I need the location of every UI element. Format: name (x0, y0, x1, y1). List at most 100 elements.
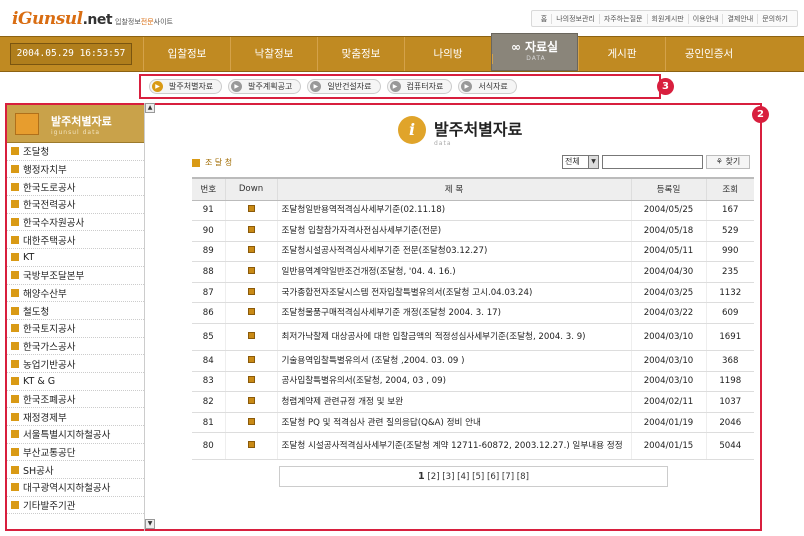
row-views: 2046 (706, 412, 754, 434)
row-download[interactable] (225, 350, 278, 372)
row-title[interactable]: 조달청물품구매적격심사세부기준 개정(조달청 2004. 3. 17) (277, 302, 632, 325)
sidebar-item[interactable]: 대구광역시지하철공사 (7, 479, 144, 497)
sidebar-item[interactable]: 농업기반공사 (7, 355, 144, 373)
scroll-up-icon[interactable]: ▲ (145, 103, 155, 113)
sidebar-item[interactable]: 국방부조달본부 (7, 267, 144, 285)
page-current[interactable]: 1 (418, 471, 425, 482)
row-title[interactable]: 최저가낙찰제 대상공사에 대한 입찰금액의 적정성심사세부기준(조달청, 200… (277, 323, 632, 352)
sidebar-item[interactable]: 조달청 (7, 143, 144, 161)
row-download[interactable] (225, 302, 278, 325)
data-table: 번호 Down 제 목 등록일 조회 91 조달청일반용역적격심사세부기준(02.… (192, 177, 754, 461)
scroll-down-icon[interactable]: ▼ (145, 519, 155, 529)
row-date: 2004/03/10 (631, 371, 707, 393)
row-download[interactable] (225, 412, 278, 434)
sidebar-item[interactable]: SH공사 (7, 461, 144, 480)
sidebar-item-label: 조달청 (23, 147, 50, 159)
sidebar-item[interactable]: 부산교통공단 (7, 444, 144, 462)
search-select[interactable]: 전체 ▼ (562, 155, 599, 169)
download-icon[interactable] (247, 441, 255, 449)
row-download[interactable] (225, 371, 278, 393)
row-title[interactable]: 조달청일반용역적격심사세부기준(02.11.18) (277, 200, 632, 222)
download-icon[interactable] (247, 246, 255, 254)
search-button[interactable]: ⚘ 찾기 (706, 155, 750, 169)
top-link-guide[interactable]: 이용안내 (689, 13, 724, 24)
download-icon[interactable] (247, 205, 255, 213)
row-title[interactable]: 조달청 PQ 및 적격심사 관련 질의응답(Q&A) 정비 안내 (277, 412, 632, 434)
subtab-form-data[interactable]: ▶ 서식자료 (458, 79, 517, 94)
row-download[interactable] (225, 241, 278, 263)
subtab-order-plan[interactable]: ▶ 발주계획공고 (228, 79, 302, 94)
row-title[interactable]: 조달청 시설공사적격심사세부기준(조달청 계약 12711-60872, 200… (277, 432, 632, 461)
sidebar-item[interactable]: 한국조폐공사 (7, 391, 144, 409)
bullet-icon (11, 271, 19, 280)
row-title[interactable]: 청렴계약제 관련규정 개정 및 보완 (277, 391, 632, 413)
top-link-payment[interactable]: 결제안내 (723, 13, 759, 24)
row-title[interactable]: 조달청시설공사적격심사세부기준 전문(조달청03.12.27) (277, 241, 632, 263)
top-link-home[interactable]: 홈 (537, 13, 553, 24)
col-header-views[interactable]: 조회 (706, 177, 754, 201)
sidebar-item[interactable]: 철도청 (7, 302, 144, 320)
download-icon[interactable] (247, 225, 255, 233)
row-title[interactable]: 기술용역입찰특별유의서 (조달청 ,2004. 03. 09 ) (277, 350, 632, 372)
nav-my-room[interactable]: 나의방 (404, 37, 491, 71)
subtab-computer-data[interactable]: ▶ 컴퓨터자료 (386, 79, 453, 94)
top-link-contact[interactable]: 문의하기 (758, 14, 792, 24)
nav-custom-info[interactable]: 맞춤정보 (317, 37, 404, 71)
row-title[interactable]: 조달청 입찰참가자격사전심사세부기준(전문) (277, 220, 632, 242)
sidebar-item-label: 철도청 (23, 306, 50, 318)
subtab-general-construction[interactable]: ▶ 일반건설자료 (307, 79, 381, 94)
top-link-board[interactable]: 회원게시판 (648, 13, 689, 24)
sidebar-item[interactable]: 한국도로공사 (7, 178, 144, 197)
row-download[interactable] (225, 282, 278, 304)
sidebar-item[interactable]: 한국토지공사 (7, 320, 144, 338)
top-link-myinfo[interactable]: 나의정보관리 (552, 13, 600, 24)
download-icon[interactable] (247, 308, 255, 316)
col-header-title[interactable]: 제 목 (277, 177, 632, 201)
sidebar-list: 조달청행정자치부 한국도로공사 한국전력공사 한국수자원공사 대한주택공사 KT 국방부조달… (7, 143, 144, 515)
row-download[interactable] (225, 323, 278, 352)
row-number: 89 (192, 241, 226, 263)
callout-marker-2: 2 (752, 106, 769, 123)
row-download[interactable] (225, 391, 278, 413)
sidebar-item[interactable]: 한국가스공사 (7, 338, 144, 356)
col-header-down[interactable]: Down (225, 177, 278, 201)
nav-award-info[interactable]: 낙찰정보 (230, 37, 317, 71)
download-icon[interactable] (247, 355, 255, 363)
col-header-no[interactable]: 번호 (192, 177, 226, 201)
sidebar-item[interactable]: 행정자치부 (7, 161, 144, 179)
search-input[interactable] (602, 155, 703, 169)
nav-board[interactable]: 게시판 (578, 37, 665, 71)
row-download[interactable] (225, 261, 278, 283)
row-title[interactable]: 공사입찰특별유의서(조달청, 2004, 03 , 09) (277, 371, 632, 393)
page-links[interactable]: [2] [3] [4] [5] [6] [7] [8] (427, 472, 529, 482)
row-download[interactable] (225, 200, 278, 222)
sidebar-item[interactable]: KT & G (7, 373, 144, 391)
row-title[interactable]: 일반용역계약일반조건개정(조달청, '04. 4. 16.) (277, 261, 632, 283)
sidebar-item[interactable]: 재정경제부 (7, 408, 144, 426)
sidebar-item[interactable]: KT (7, 249, 144, 267)
download-icon[interactable] (247, 287, 255, 295)
sidebar-item[interactable]: 서울특별시지하철공사 (7, 426, 144, 444)
sidebar-item[interactable]: 한국수자원공사 (7, 214, 144, 232)
sidebar-item[interactable]: 한국전력공사 (7, 196, 144, 214)
download-icon[interactable] (247, 332, 255, 340)
nav-data-room[interactable]: ∞ 자료실 DATA (491, 33, 578, 71)
sidebar-item[interactable]: 대한주택공사 (7, 231, 144, 250)
top-link-faq[interactable]: 자주하는질문 (600, 13, 648, 24)
bullet-icon: ▶ (389, 81, 401, 92)
download-icon[interactable] (247, 397, 255, 405)
site-logo[interactable]: iGunsul.net (12, 9, 113, 29)
row-download[interactable] (225, 220, 278, 242)
row-views: 235 (706, 261, 754, 283)
row-title[interactable]: 국가종합전자조달시스템 전자입찰특별유의서(조달청 고시.04.03.24) (277, 282, 632, 304)
col-header-date[interactable]: 등록일 (631, 177, 707, 201)
download-icon[interactable] (247, 376, 255, 384)
sidebar-item[interactable]: 기타발주기관 (7, 497, 144, 515)
download-icon[interactable] (247, 417, 255, 425)
sidebar-item[interactable]: 해양수산부 (7, 285, 144, 303)
nav-bid-info[interactable]: 입찰정보 (143, 37, 230, 71)
subtab-client-data[interactable]: ▶ 발주처별자료 (149, 79, 223, 94)
row-download[interactable] (225, 432, 278, 461)
nav-certificate[interactable]: 공인인증서 (665, 37, 752, 71)
download-icon[interactable] (247, 267, 255, 275)
